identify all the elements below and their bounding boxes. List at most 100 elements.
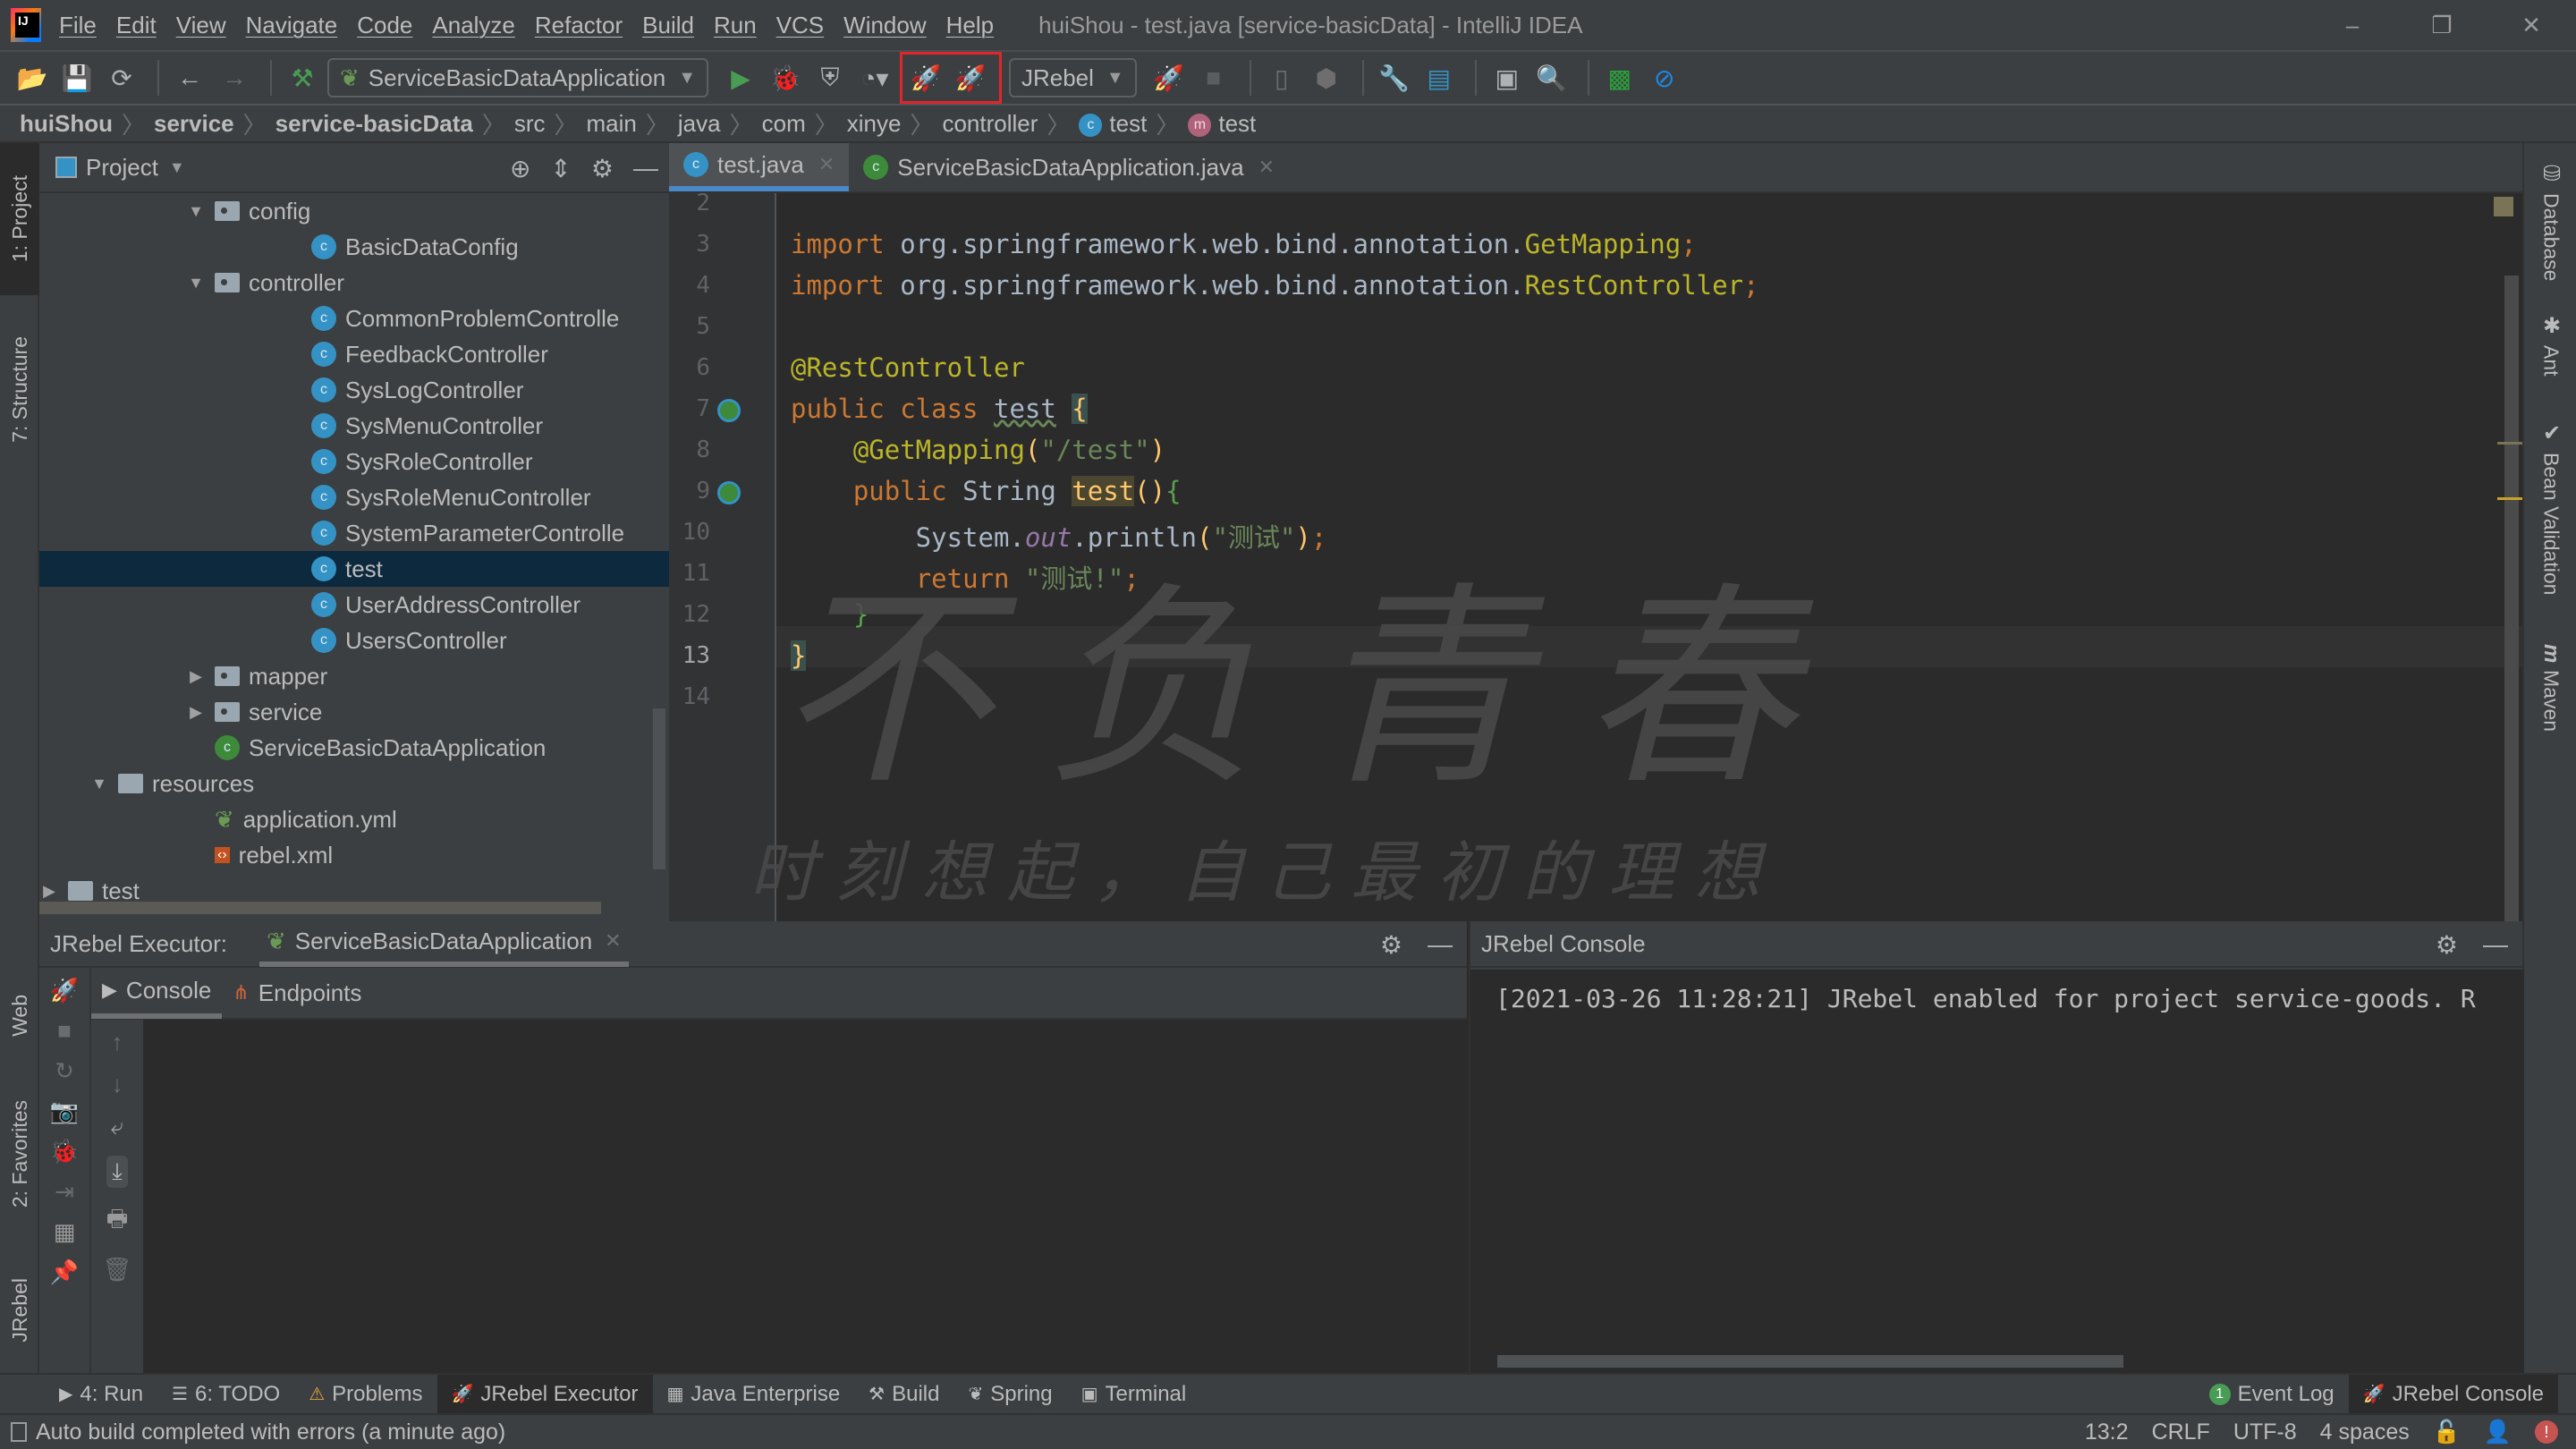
- tree-item[interactable]: c SystemParameterControlle: [39, 515, 669, 551]
- stripe-tab-database[interactable]: ⛁ Database: [2524, 161, 2576, 281]
- menu-analyze[interactable]: Analyze: [432, 12, 515, 39]
- stripe-tab-jrebel[interactable]: JRebel: [0, 1252, 39, 1368]
- menu-navigate[interactable]: Navigate: [246, 12, 338, 39]
- line-separator[interactable]: CRLF: [2152, 1419, 2210, 1445]
- stop-icon[interactable]: ■: [57, 1017, 72, 1045]
- tab-endpoints[interactable]: ⋔ Endpoints: [222, 967, 372, 1019]
- collapse-all-icon[interactable]: ⇕: [550, 154, 571, 183]
- menu-window[interactable]: Window: [843, 12, 926, 39]
- monitor-icon[interactable]: ▩: [1600, 58, 1640, 97]
- tree-item[interactable]: c SysLogController: [39, 372, 669, 408]
- minimize-button[interactable]: –: [2308, 0, 2397, 50]
- close-icon[interactable]: ✕: [818, 153, 835, 176]
- wrench-icon[interactable]: 🔧: [1375, 58, 1414, 97]
- run-icon[interactable]: ▶: [721, 58, 760, 97]
- tool-tab-terminal[interactable]: ▣ Terminal: [1067, 1375, 1201, 1413]
- console-output[interactable]: [143, 1020, 1467, 1373]
- tree-item[interactable]: ❦ application.yml: [39, 801, 669, 837]
- tree-item[interactable]: c SysRoleController: [39, 444, 669, 479]
- tree-item[interactable]: ▼ config: [39, 193, 669, 229]
- close-icon[interactable]: ✕: [1258, 156, 1275, 179]
- tab-console[interactable]: ▶ Console: [91, 967, 223, 1019]
- breadcrumb-item[interactable]: controller: [942, 110, 1038, 138]
- coverage-icon[interactable]: ⛨: [810, 58, 850, 97]
- profile-icon[interactable]: ◔▾: [855, 58, 894, 97]
- stripe-tab-structure[interactable]: 7: Structure: [0, 313, 39, 465]
- tree-item[interactable]: c SysMenuController: [39, 408, 669, 444]
- tree-item[interactable]: c UsersController: [39, 623, 669, 658]
- breadcrumb-item[interactable]: huiShou: [20, 110, 113, 138]
- tree-item[interactable]: c UserAddressController: [39, 587, 669, 623]
- hide-icon[interactable]: —: [1428, 930, 1453, 959]
- indent-setting[interactable]: 4 spaces: [2320, 1419, 2410, 1445]
- search-icon[interactable]: 🔍: [1532, 58, 1572, 97]
- forward-icon[interactable]: →: [215, 58, 254, 97]
- tab-event-log[interactable]: 1 Event Log: [2195, 1375, 2349, 1413]
- menu-file[interactable]: File: [59, 12, 97, 39]
- close-button[interactable]: ✕: [2487, 0, 2576, 50]
- spring-bean-gutter-icon[interactable]: [717, 399, 741, 422]
- stripe-tab-maven[interactable]: m Maven: [2524, 644, 2576, 732]
- lock-icon[interactable]: 🔓: [2433, 1419, 2461, 1445]
- editor-tab-service-basic-data-application[interactable]: c ServiceBasicDataApplication.java ✕: [849, 143, 1289, 191]
- debug-icon[interactable]: 🐞: [766, 58, 805, 97]
- tool-tab-problems[interactable]: ⚠ Problems: [294, 1375, 436, 1413]
- close-icon[interactable]: ✕: [605, 929, 621, 953]
- jrebel-console-output[interactable]: [2021-03-26 11:28:21] JRebel enabled for…: [1470, 970, 2524, 1373]
- jrebel-mode-select[interactable]: JRebel ▼: [1008, 58, 1137, 97]
- collapsed-arrow-icon[interactable]: ▶: [186, 667, 206, 686]
- locate-icon[interactable]: ⊕: [510, 154, 530, 183]
- scroll-down-icon[interactable]: ↓: [112, 1071, 123, 1098]
- restart-icon[interactable]: ↻: [55, 1057, 74, 1085]
- stripe-tab-bean-validation[interactable]: ✔ Bean Validation: [2524, 420, 2576, 595]
- tab-jrebel-console[interactable]: 🚀 JRebel Console: [2348, 1375, 2558, 1413]
- inspection-status-icon[interactable]: [2494, 197, 2513, 216]
- breadcrumb-item[interactable]: main: [587, 110, 637, 138]
- hide-icon[interactable]: —: [2483, 930, 2508, 959]
- breadcrumb-item[interactable]: com: [762, 110, 806, 138]
- scroll-up-icon[interactable]: ↑: [112, 1029, 123, 1056]
- expanded-arrow-icon[interactable]: ▼: [186, 274, 206, 292]
- gear-icon[interactable]: ⚙: [2436, 930, 2458, 960]
- open-folder-icon[interactable]: 📂: [13, 58, 52, 97]
- expanded-arrow-icon[interactable]: ▼: [186, 202, 206, 221]
- menu-view[interactable]: View: [176, 12, 226, 39]
- run-configuration-select[interactable]: ❦ ServiceBasicDataApplication ▼: [327, 58, 708, 97]
- stripe-tab-ant[interactable]: ✱ Ant: [2524, 313, 2576, 377]
- pin-icon[interactable]: 📌: [50, 1258, 79, 1286]
- project-view-select[interactable]: Project: [86, 154, 158, 182]
- hide-icon[interactable]: —: [633, 154, 658, 182]
- soft-wrap-icon[interactable]: ⤶: [111, 1113, 124, 1141]
- tool-tab-build[interactable]: ⚒ Build: [854, 1375, 953, 1413]
- project-horizontal-scrollbar[interactable]: [39, 902, 601, 914]
- save-icon[interactable]: 💾: [57, 58, 97, 97]
- tree-item[interactable]: c ServiceBasicDataApplication: [39, 730, 669, 766]
- print-icon[interactable]: 🖶: [106, 1202, 129, 1241]
- trash-icon[interactable]: 🗑: [102, 1256, 131, 1284]
- tree-item[interactable]: c SysRoleMenuController: [39, 479, 669, 515]
- menu-build[interactable]: Build: [642, 12, 694, 39]
- menu-refactor[interactable]: Refactor: [535, 12, 623, 39]
- editor-vertical-scrollbar[interactable]: [2504, 275, 2519, 921]
- project-vertical-scrollbar[interactable]: [653, 708, 665, 869]
- project-structure-icon[interactable]: ▤: [1419, 58, 1459, 97]
- jrebel-stop-icon[interactable]: 🚀: [1149, 58, 1189, 97]
- gear-icon[interactable]: ⚙: [591, 154, 614, 183]
- breadcrumb-item[interactable]: service: [154, 110, 234, 138]
- layout-icon[interactable]: ▦: [54, 1218, 76, 1246]
- tool-tab-6-todo[interactable]: ☰ 6: TODO: [157, 1375, 294, 1413]
- jrebel-console-horizontal-scrollbar[interactable]: [1497, 1355, 2123, 1368]
- breadcrumb-class[interactable]: c test: [1079, 110, 1147, 138]
- debug-export-icon[interactable]: 🐞: [50, 1138, 79, 1165]
- menu-code[interactable]: Code: [357, 12, 412, 39]
- tool-tab-spring[interactable]: ❦ Spring: [953, 1375, 1066, 1413]
- stripe-tab-favorites[interactable]: 2: Favorites: [0, 1082, 39, 1225]
- error-stripe-mark[interactable]: [2497, 442, 2522, 445]
- restore-button[interactable]: ❐: [2397, 0, 2487, 50]
- tree-item[interactable]: ▼ controller: [39, 265, 669, 301]
- breadcrumb-method[interactable]: m test: [1188, 110, 1256, 138]
- collapsed-arrow-icon[interactable]: ▶: [39, 882, 59, 901]
- executor-run-tab[interactable]: ❦ ServiceBasicDataApplication ✕: [258, 920, 629, 967]
- breadcrumb-item[interactable]: src: [514, 110, 546, 138]
- jrebel-debug-icon[interactable]: 🚀: [951, 58, 990, 97]
